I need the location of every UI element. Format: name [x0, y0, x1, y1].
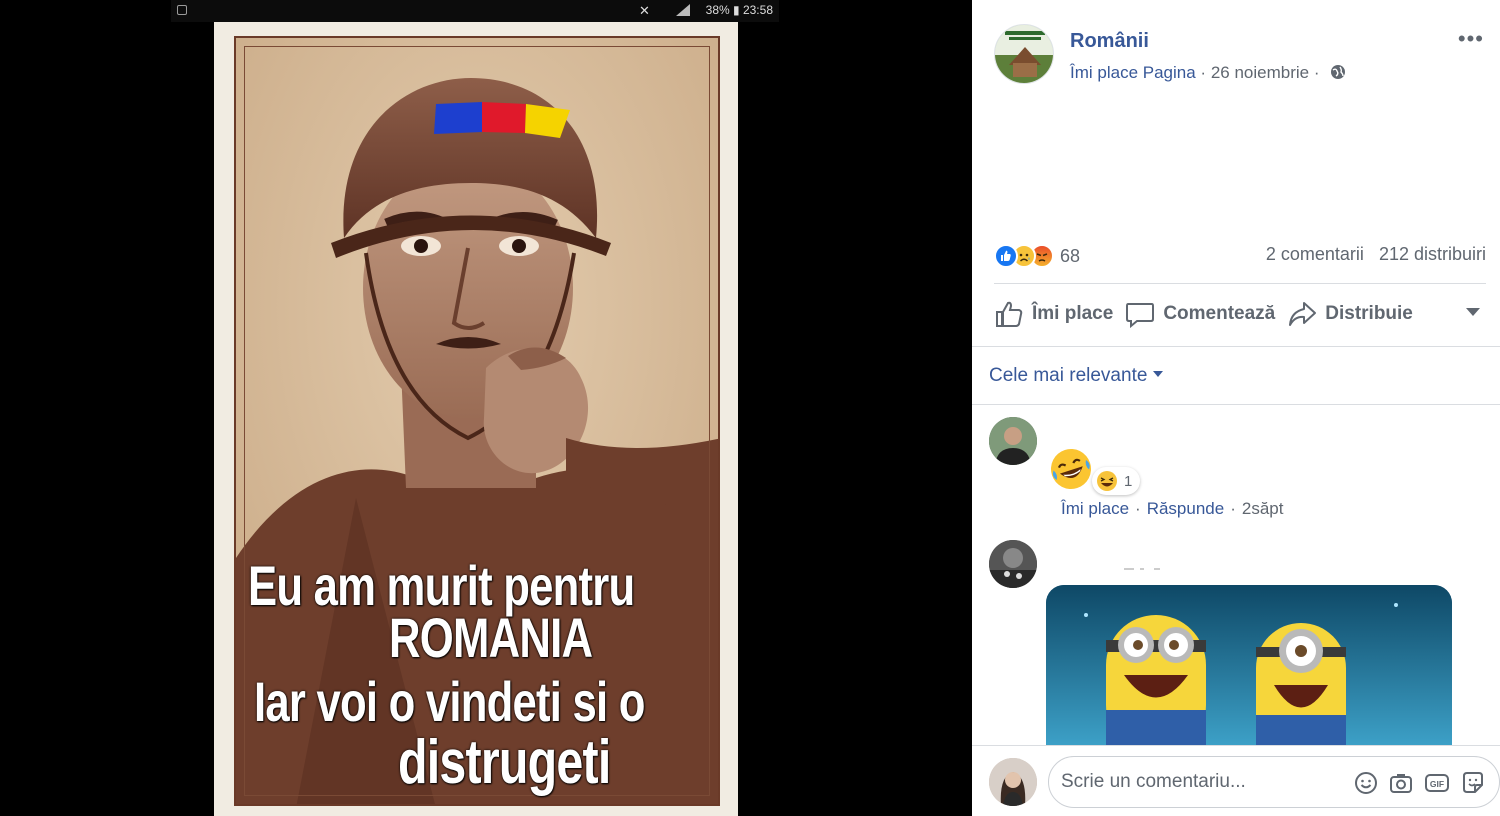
poster-line-4: distrugeti — [398, 728, 611, 797]
camera-icon[interactable] — [1388, 770, 1414, 796]
commenter-name-placeholder — [1124, 568, 1160, 570]
comment-input-wrap: GIF — [1048, 756, 1500, 808]
post-meta: Îmi place Pagina · 26 noiembrie · — [1070, 63, 1346, 83]
divider — [994, 283, 1486, 284]
dot-separator: · — [1135, 499, 1141, 518]
meta-separator: · — [1200, 63, 1207, 82]
caret-down-icon — [1153, 371, 1164, 377]
flag-red — [482, 102, 526, 133]
page-avatar[interactable] — [994, 24, 1054, 84]
comments-count[interactable]: 2 comentarii — [1266, 244, 1364, 264]
audience-caret-icon[interactable] — [1466, 308, 1480, 316]
share-label: Distribuie — [1325, 303, 1413, 324]
reaction-summary[interactable]: 68 — [994, 242, 1080, 270]
comment-actions: Îmi place · Răspunde · 2săpt — [1061, 499, 1283, 519]
page-name-link[interactable]: Românii — [1070, 30, 1149, 53]
poster-image: Eu am murit pentru ROMANIA Iar voi o vin… — [214, 22, 738, 816]
share-icon — [1289, 302, 1317, 326]
photo-viewer[interactable]: ✕ 38% ▮ 23:58 Eu am murit pentru ROMANIA… — [0, 0, 972, 816]
comment-reaction-pill[interactable]: 1 — [1092, 467, 1141, 495]
like-page-link[interactable]: Îmi place Pagina — [1070, 63, 1196, 82]
current-user-avatar — [989, 758, 1037, 806]
comment-button[interactable]: Comentează — [1125, 300, 1275, 328]
divider — [972, 346, 1500, 347]
globe-icon — [1331, 65, 1346, 79]
post-date[interactable]: 26 noiembrie — [1211, 63, 1309, 82]
svg-text:GIF: GIF — [1430, 779, 1444, 789]
battery-time: 38% ▮ 23:58 — [705, 3, 773, 17]
commenter-avatar[interactable] — [989, 417, 1037, 465]
gif-icon[interactable]: GIF — [1424, 770, 1450, 796]
comment-reply-link[interactable]: Răspunde — [1147, 499, 1225, 518]
post-sidebar: Românii Îmi place Pagina · 26 noiembrie … — [972, 0, 1500, 816]
haha-icon — [1097, 471, 1117, 491]
comment-sort-dropdown[interactable]: Cele mai relevante — [989, 365, 1164, 387]
app-root: ✕ 38% ▮ 23:58 Eu am murit pentru ROMANIA… — [0, 0, 1500, 816]
poster-artwork: Eu am murit pentru ROMANIA Iar voi o vin… — [234, 36, 720, 806]
notification-icon — [177, 5, 187, 15]
like-button[interactable]: Îmi place — [994, 300, 1113, 328]
like-icon — [994, 244, 1018, 268]
laughing-emoji — [1051, 449, 1091, 489]
poster-line-2: ROMANIA — [389, 606, 593, 669]
flag-blue — [434, 102, 482, 134]
comment-input[interactable] — [1061, 769, 1341, 795]
phone-status-bar: ✕ 38% ▮ 23:58 — [171, 0, 779, 22]
comment-time[interactable]: 2săpt — [1242, 499, 1284, 518]
comment-label: Comentează — [1163, 303, 1276, 324]
thumb-up-icon — [996, 301, 1023, 327]
dot-separator: · — [1230, 499, 1236, 518]
divider — [972, 404, 1500, 405]
comment-like-link[interactable]: Îmi place — [1061, 499, 1129, 518]
sort-label: Cele mai relevante — [989, 365, 1148, 386]
more-options-icon[interactable]: ••• — [1458, 26, 1484, 52]
share-button[interactable]: Distribuie — [1287, 300, 1413, 328]
emoji-icon[interactable] — [1353, 770, 1379, 796]
minions-laughing-gif[interactable] — [1046, 585, 1452, 747]
comment-icon — [1126, 303, 1155, 328]
post-counts: 2 comentarii 212 distribuiri — [1266, 244, 1486, 265]
comment-reaction-count: 1 — [1124, 472, 1133, 490]
meta-separator: · — [1313, 63, 1320, 82]
signal-icon — [676, 4, 690, 16]
mute-icon: ✕ — [639, 3, 650, 18]
shares-count[interactable]: 212 distribuiri — [1379, 244, 1486, 264]
commenter-avatar[interactable] — [989, 540, 1037, 588]
like-label: Îmi place — [1032, 303, 1114, 324]
comment-composer: GIF — [972, 745, 1500, 816]
poster-line-3: Iar voi o vindeti si o — [254, 670, 645, 733]
sticker-icon[interactable] — [1460, 770, 1486, 796]
action-bar: Îmi place Comentează Distribuie — [994, 292, 1486, 336]
reaction-count[interactable]: 68 — [1060, 246, 1080, 267]
